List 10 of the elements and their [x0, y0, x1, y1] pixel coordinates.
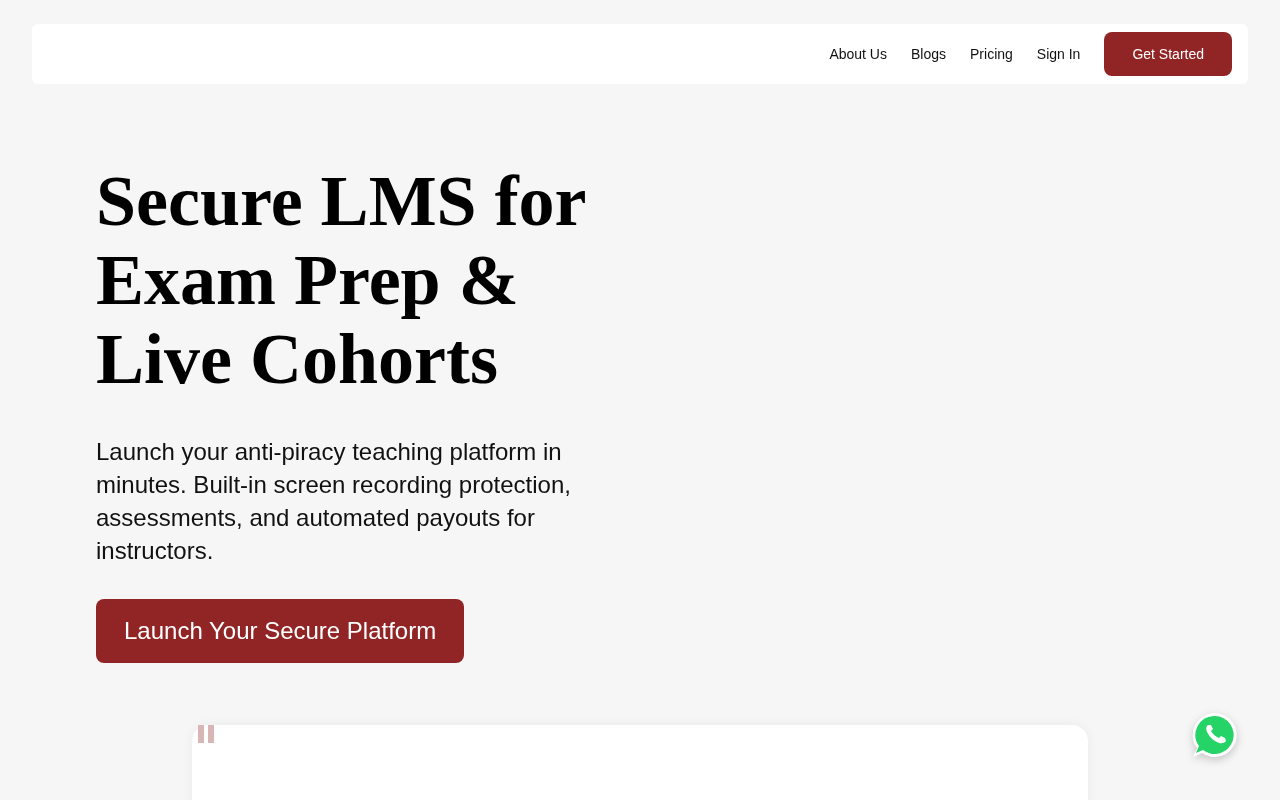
nav-link[interactable]: Sign In — [1036, 46, 1081, 62]
quote-mark-icon — [198, 725, 214, 743]
chat-bubble-icon[interactable] — [1190, 710, 1240, 760]
nav-link[interactable]: Blogs — [911, 46, 946, 62]
hero-title: Secure LMS for Exam Prep & Live Cohorts — [96, 162, 587, 399]
nav-link[interactable]: About Us — [829, 46, 887, 62]
hero-subtitle: Launch your anti-piracy teaching platform in minutes. Built-in screen recording protection, assessments, and automated payouts for instructors. — [96, 437, 572, 566]
get-started-button[interactable]: Get Started — [1104, 32, 1232, 76]
nav-link[interactable]: Pricing — [970, 46, 1013, 62]
launch-platform-button[interactable]: Launch Your Secure Platform — [96, 599, 465, 663]
